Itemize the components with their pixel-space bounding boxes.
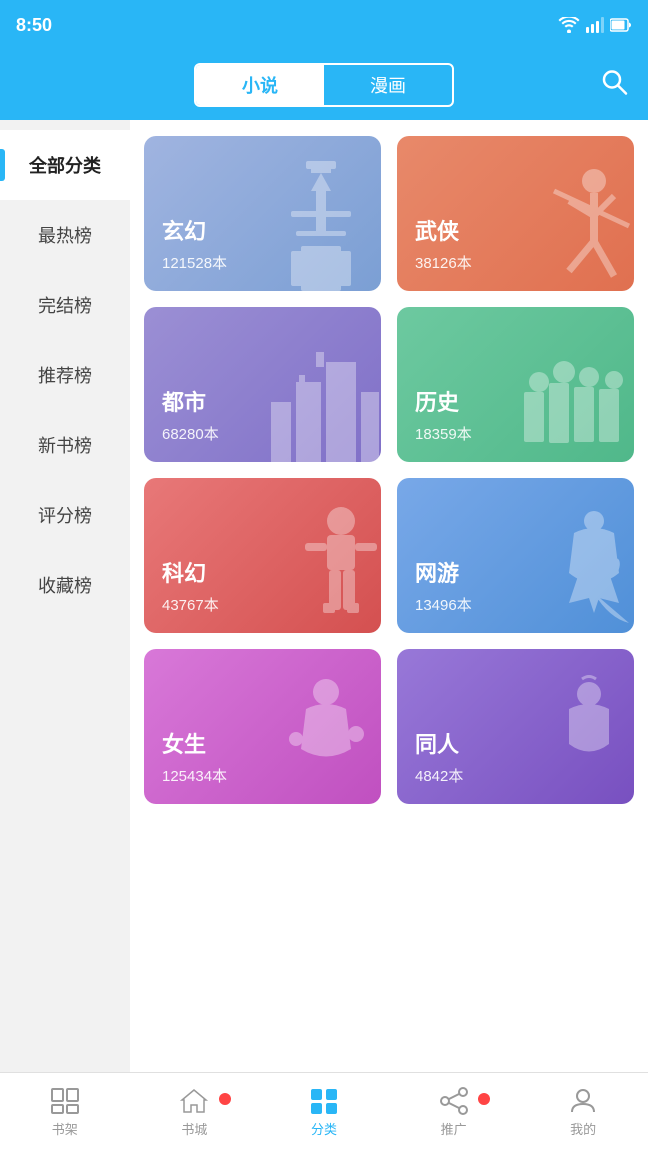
cat-card-wuxia[interactable]: 武侠 38126本 [397, 136, 634, 291]
cat-card-tongren[interactable]: 同人 4842本 [397, 649, 634, 804]
sidebar-item-finished[interactable]: 完结榜 [0, 270, 130, 340]
main-content: 全部分类 最热榜 完结榜 推荐榜 新书榜 评分榜 收藏榜 [0, 120, 648, 1072]
top-nav: 小说 漫画 [0, 50, 648, 120]
bookstore-badge [219, 1093, 231, 1105]
cat-card-lishi[interactable]: 历史 18359本 [397, 307, 634, 462]
nav-item-bookstore[interactable]: 书城 [130, 1087, 260, 1138]
cat-card-nvsheng[interactable]: 女生 125434本 [144, 649, 381, 804]
user-icon [568, 1087, 598, 1115]
sidebar: 全部分类 最热榜 完结榜 推荐榜 新书榜 评分榜 收藏榜 [0, 120, 130, 1072]
nav-item-promote[interactable]: 推广 [389, 1087, 519, 1138]
share-icon [439, 1087, 469, 1115]
cat-tongren-title: 同人 [415, 727, 616, 759]
cat-dushi-title: 都市 [162, 385, 363, 417]
cat-card-kehuan[interactable]: 科幻 43767本 [144, 478, 381, 633]
cat-nvsheng-title: 女生 [162, 727, 363, 759]
cat-lishi-title: 历史 [415, 385, 616, 417]
cat-card-dushi[interactable]: 都市 68280本 [144, 307, 381, 462]
nav-mine-label: 我的 [570, 1119, 596, 1138]
nav-item-category[interactable]: 分类 [259, 1087, 389, 1138]
cat-kehuan-title: 科幻 [162, 556, 363, 588]
tab-manga[interactable]: 漫画 [324, 65, 452, 105]
cat-xuanhuan-count: 121528本 [162, 252, 363, 273]
sidebar-item-newbook[interactable]: 新书榜 [0, 410, 130, 480]
nav-category-label: 分类 [311, 1119, 337, 1138]
cat-xuanhuan-title: 玄幻 [162, 214, 363, 246]
status-time: 8:50 [16, 15, 52, 36]
nav-item-mine[interactable]: 我的 [518, 1087, 648, 1138]
promote-badge [478, 1093, 490, 1105]
cat-wuxia-count: 38126本 [415, 252, 616, 273]
cat-wuxia-title: 武侠 [415, 214, 616, 246]
sidebar-item-collect[interactable]: 收藏榜 [0, 550, 130, 620]
sidebar-item-rating[interactable]: 评分榜 [0, 480, 130, 550]
cat-nvsheng-count: 125434本 [162, 765, 363, 786]
cat-card-wangyou[interactable]: 网游 13496本 [397, 478, 634, 633]
nav-shelf-label: 书架 [52, 1119, 78, 1138]
nav-item-shelf[interactable]: 书架 [0, 1087, 130, 1138]
cat-wangyou-count: 13496本 [415, 594, 616, 615]
sidebar-item-recommend[interactable]: 推荐榜 [0, 340, 130, 410]
status-icons [558, 17, 632, 33]
sidebar-item-all[interactable]: 全部分类 [0, 130, 130, 200]
tab-novel[interactable]: 小说 [196, 65, 324, 105]
wifi-icon [558, 17, 580, 33]
grid-icon [309, 1087, 339, 1115]
category-grid: 玄幻 121528本 武侠 38126本 [130, 120, 648, 1072]
nav-promote-label: 推广 [441, 1119, 467, 1138]
battery-icon [610, 18, 632, 32]
cat-lishi-count: 18359本 [415, 423, 616, 444]
cat-wangyou-title: 网游 [415, 556, 616, 588]
home-icon [179, 1087, 209, 1115]
status-bar: 8:50 [0, 0, 648, 50]
search-button[interactable] [600, 68, 628, 103]
shelf-icon [50, 1087, 80, 1115]
sidebar-item-hot[interactable]: 最热榜 [0, 200, 130, 270]
cat-card-xuanhuan[interactable]: 玄幻 121528本 [144, 136, 381, 291]
bottom-nav: 书架 书城 分类 推广 [0, 1072, 648, 1152]
cat-dushi-count: 68280本 [162, 423, 363, 444]
nav-bookstore-label: 书城 [181, 1119, 207, 1138]
signal-icon [586, 17, 604, 33]
cat-tongren-count: 4842本 [415, 765, 616, 786]
tab-switcher[interactable]: 小说 漫画 [194, 63, 454, 107]
cat-kehuan-count: 43767本 [162, 594, 363, 615]
